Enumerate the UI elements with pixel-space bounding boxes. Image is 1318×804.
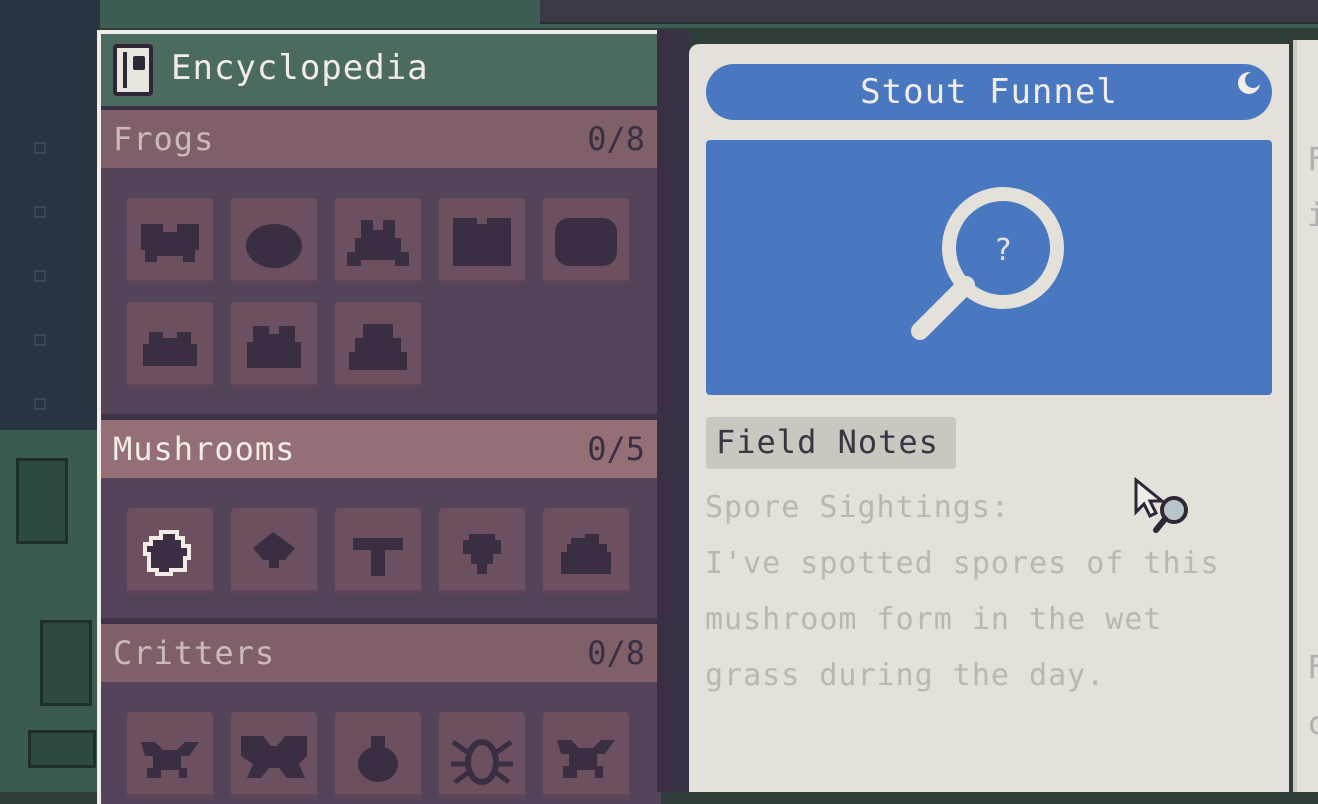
book-spine — [657, 30, 689, 792]
frog-silhouette-icon — [349, 324, 407, 370]
mushroom-silhouette-icon — [561, 534, 611, 574]
critter-slot-4[interactable] — [439, 712, 525, 798]
frog-slot-1[interactable] — [127, 198, 213, 284]
entry-image-unknown: ? — [706, 140, 1272, 395]
frog-silhouette-icon — [347, 220, 409, 266]
frog-silhouette-icon — [453, 218, 511, 266]
book-icon — [113, 44, 153, 96]
category-mushrooms[interactable]: Mushrooms 0/5 — [101, 420, 657, 478]
frog-slot-2[interactable] — [231, 198, 317, 284]
notes-line: mushroom form in the wet — [705, 602, 1163, 637]
category-critters[interactable]: Critters 0/8 — [101, 624, 657, 682]
frog-silhouette-icon — [555, 218, 617, 266]
entry-title: Stout Funnel — [860, 72, 1118, 112]
critter-silhouette-icon — [451, 739, 513, 785]
frog-silhouette-icon — [143, 332, 197, 366]
background-tile-marker — [34, 398, 46, 410]
panel-title: Encyclopedia — [171, 48, 429, 88]
category-name: Mushrooms — [113, 430, 296, 468]
svg-text:?: ? — [994, 233, 1012, 268]
critter-silhouette-icon — [358, 736, 398, 782]
next-page-text-fragment: F — [1307, 648, 1318, 686]
detail-page: Stout Funnel ? Field Notes Spore Sightin… — [689, 44, 1289, 792]
frog-slot-5[interactable] — [543, 198, 629, 284]
frog-silhouette-icon — [247, 326, 301, 368]
critter-slot-3[interactable] — [335, 712, 421, 798]
critter-silhouette-icon — [557, 740, 615, 778]
mushroom-silhouette-selected-icon — [143, 530, 191, 576]
background-tile-marker — [34, 206, 46, 218]
next-page-text-fragment: i — [1307, 196, 1318, 234]
mushroom-slot-4[interactable] — [439, 508, 525, 594]
mushroom-silhouette-icon — [353, 538, 403, 576]
magnifier-cursor-icon — [1134, 476, 1188, 533]
frog-slot-7[interactable] — [231, 302, 317, 388]
panel-header: Encyclopedia — [101, 34, 657, 110]
field-notes-tab[interactable]: Field Notes — [706, 417, 956, 469]
notes-line: grass during the day. — [705, 658, 1106, 693]
next-page-text-fragment: c — [1307, 704, 1318, 742]
mushroom-silhouette-icon — [253, 532, 295, 568]
bench — [28, 730, 96, 768]
mushroom-slot-5[interactable] — [543, 508, 629, 594]
frog-silhouette-icon — [141, 224, 199, 262]
category-name: Critters — [113, 634, 276, 672]
frog-silhouette-icon — [246, 224, 302, 268]
frog-slot-4[interactable] — [439, 198, 525, 284]
category-name: Frogs — [113, 120, 215, 158]
moon-icon — [1238, 72, 1261, 94]
background-tile-marker — [34, 334, 46, 346]
entry-title-banner: Stout Funnel — [706, 64, 1272, 120]
encyclopedia-panel: Encyclopedia Frogs 0/8 Mushrooms 0/5 Cri… — [97, 30, 661, 804]
background-tile-marker — [34, 270, 46, 282]
background-tile-marker — [34, 142, 46, 154]
frog-slot-8[interactable] — [335, 302, 421, 388]
frog-slot-6[interactable] — [127, 302, 213, 388]
category-count: 0/8 — [587, 634, 645, 672]
next-page-edge: F i F c — [1293, 40, 1318, 792]
critter-silhouette-icon — [141, 742, 199, 778]
mushroom-slot-2[interactable] — [231, 508, 317, 594]
field-notes-label: Field Notes — [716, 423, 939, 461]
tree — [40, 620, 92, 706]
critter-slot-1[interactable] — [127, 712, 213, 798]
background-road — [540, 0, 1318, 24]
category-frogs[interactable]: Frogs 0/8 — [101, 110, 657, 168]
mushroom-slot-3[interactable] — [335, 508, 421, 594]
critter-slot-2[interactable] — [231, 712, 317, 798]
notes-line: I've spotted spores of this — [705, 546, 1220, 581]
tree — [16, 458, 68, 544]
critter-silhouette-icon — [241, 736, 307, 778]
next-page-text-fragment: F — [1307, 140, 1318, 178]
mushroom-slot-1-selected[interactable] — [127, 508, 213, 594]
category-count: 0/5 — [587, 430, 645, 468]
frog-slot-3[interactable] — [335, 198, 421, 284]
category-count: 0/8 — [587, 120, 645, 158]
magnifier-question-icon: ? — [911, 187, 1064, 340]
mushroom-silhouette-icon — [463, 534, 501, 574]
critter-slot-5[interactable] — [543, 712, 629, 798]
